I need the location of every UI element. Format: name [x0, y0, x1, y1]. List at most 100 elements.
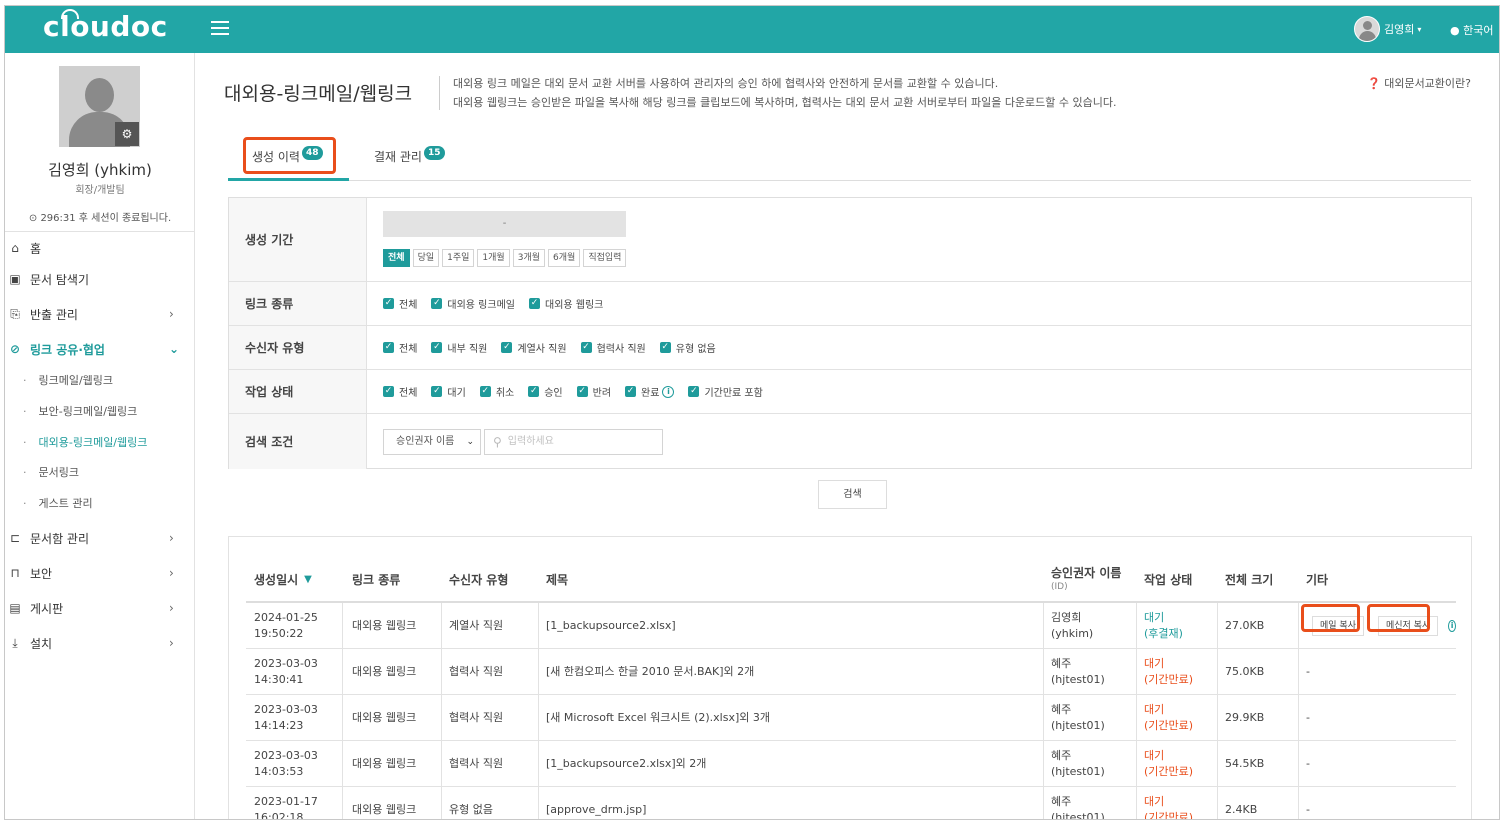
count-badge: 15 [423, 146, 445, 160]
column-header-approver: 승인권자 이름 (ID) [1051, 565, 1122, 592]
sidebar-item-board[interactable]: ▤ 게시판 › [5, 593, 195, 623]
period-button[interactable]: 전체 [383, 249, 410, 267]
folder-icon: ▣ [9, 272, 21, 286]
check-icon: ✓ [576, 386, 588, 397]
cell-link-type: 대외용 웹링크 [352, 803, 417, 816]
filter-row-period: 생성 기간 - 전체 당일 1주일 1개월 3개월 6개월 직접입력 [229, 198, 1471, 282]
period-button[interactable]: 직접입력 [583, 249, 627, 267]
period-button[interactable]: 6개월 [548, 249, 581, 267]
user-name: 김영희 [1384, 23, 1415, 36]
cell-size: 27.0KB [1225, 619, 1265, 632]
profile-name: 김영희 (yhkim) [48, 161, 152, 179]
column-header-status: 작업 상태 [1144, 573, 1193, 587]
cell-status: 대기 (기간만료) [1144, 703, 1194, 732]
checkbox[interactable]: ✓ 대외용 웹링크 [529, 296, 603, 311]
chevron-down-icon: ⌄ [466, 436, 474, 447]
filter-row-status: 작업 상태 ✓ 전체 ✓ 대기 ✓ 취소 ✓ 승인 ✓ 반려 ✓ 완료 i ✓ 기간만료 포함 [229, 370, 1471, 414]
checkbox[interactable]: ✓ 완료 i [625, 384, 675, 399]
checkbox[interactable]: ✓ 대기 [431, 384, 466, 399]
tabs-divider [228, 180, 1471, 181]
highlight-box [243, 137, 336, 174]
period-button[interactable]: 1개월 [477, 249, 510, 267]
active-tab-indicator [228, 178, 349, 181]
cell-status: 대기 (기간만료) [1144, 657, 1194, 686]
date-range-input[interactable]: - [383, 211, 626, 237]
table-row[interactable]: 2023-03-03 14:30:41 대외용 웹링크 협력사 직원 [새 한컴오… [246, 649, 1456, 695]
help-link[interactable]: ❓ 대외문서교환이란? [1367, 75, 1471, 91]
chevron-right-icon: › [169, 307, 174, 321]
home-icon: ⌂ [11, 241, 19, 255]
cell-created: 2023-01-17 16:02:18 [254, 795, 318, 820]
search-icon: ⚲ [493, 434, 502, 449]
checkbox[interactable]: ✓ 계열사 직원 [501, 340, 567, 355]
gear-icon[interactable]: ⚙ [115, 122, 139, 146]
checkbox[interactable]: ✓ 전체 [383, 340, 417, 355]
cell-approver: 혜주 (hjtest01) [1051, 657, 1105, 686]
condition-select[interactable]: 승인권자 이름 ⌄ [383, 428, 481, 455]
column-header-size: 전체 크기 [1225, 573, 1274, 587]
cell-size: 29.9KB [1225, 711, 1265, 724]
info-icon[interactable]: i [1448, 620, 1456, 632]
column-header-created[interactable]: 생성일시 ▼ [254, 558, 312, 601]
check-icon: ✓ [431, 298, 443, 309]
cell-etc: - [1306, 711, 1310, 724]
sidebar-subitem-external-linkmail[interactable]: · 대외용-링크메일/웹링크 [5, 428, 195, 456]
user-menu[interactable]: 김영희 ▾ [1354, 16, 1421, 42]
check-icon: ✓ [529, 298, 540, 309]
cell-link-type: 대외용 웹링크 [352, 757, 417, 770]
sidebar-subitem-guest[interactable]: · 게스트 관리 [5, 489, 195, 517]
checkbox[interactable]: ✓ 승인 [528, 384, 563, 399]
globe-icon: ● [1450, 24, 1460, 37]
sidebar-subitem-linkmail[interactable]: · 링크메일/웹링크 [5, 366, 195, 394]
checkbox[interactable]: ✓ 취소 [479, 384, 514, 399]
period-button[interactable]: 3개월 [512, 249, 546, 267]
check-icon: ✓ [580, 342, 592, 353]
language-menu[interactable]: ● 한국어 [1450, 22, 1493, 38]
sidebar-item-home[interactable]: ⌂ 홈 [5, 233, 195, 263]
cell-size: 75.0KB [1225, 665, 1265, 678]
cell-status: 대기 (기간만료) [1144, 749, 1194, 778]
board-icon: ▤ [9, 601, 21, 615]
checkbox[interactable]: ✓ 내부 직원 [431, 340, 487, 355]
checkbox[interactable]: ✓ 유형 없음 [659, 340, 716, 355]
cell-etc: - [1306, 757, 1310, 770]
app-logo[interactable]: cloudoc [43, 10, 168, 43]
sidebar-item-settings[interactable]: ⤓ 설치 › [5, 628, 195, 658]
sidebar-item-docbox[interactable]: ⊏ 문서함 관리 › [5, 523, 195, 553]
checkbox[interactable]: ✓ 협력사 직원 [580, 340, 646, 355]
check-icon: ✓ [383, 298, 394, 309]
cell-approver: 혜주 (hjtest01) [1051, 795, 1105, 820]
table-row[interactable]: 2023-01-17 16:02:18 대외용 웹링크 유형 없음 [approv… [246, 787, 1456, 820]
cell-status: 대기 (후결재) [1144, 611, 1183, 640]
sidebar-subitem-doclink[interactable]: · 문서링크 [5, 458, 195, 486]
check-icon: ✓ [688, 386, 700, 397]
sidebar-subitem-secure-linkmail[interactable]: · 보안-링크메일/웹링크 [5, 397, 195, 425]
chevron-right-icon: › [169, 531, 174, 545]
checkbox[interactable]: ✓ 전체 [383, 296, 417, 311]
checkbox[interactable]: ✓ 반려 [576, 384, 611, 399]
checkbox[interactable]: ✓ 기간만료 포함 [688, 384, 763, 399]
menu-toggle-icon[interactable] [211, 21, 229, 36]
period-button[interactable]: 1주일 [442, 249, 475, 267]
cell-size: 54.5KB [1225, 757, 1265, 770]
cell-link-type: 대외용 웹링크 [352, 619, 417, 632]
filter-row-link-type: 링크 종류 ✓ 전체 ✓ 대외용 링크메일 ✓ 대외용 웹링크 [229, 282, 1471, 326]
checkbox[interactable]: ✓ 전체 [383, 384, 417, 399]
filter-row-recipient: 수신자 유형 ✓ 전체 ✓ 내부 직원 ✓ 계열사 직원 ✓ 협력사 직원 ✓ 유형 없음 [229, 326, 1471, 370]
sidebar-item-export[interactable]: ⎘ 반출 관리 › [5, 299, 195, 329]
checkbox[interactable]: ✓ 대외용 링크메일 [431, 296, 515, 311]
tab-approval[interactable]: 결재 관리 15 [374, 146, 445, 165]
search-button[interactable]: 검색 [818, 480, 887, 509]
highlight-box [1301, 604, 1360, 632]
table-row[interactable]: 2023-03-03 14:14:23 대외용 웹링크 협력사 직원 [새 Mic… [246, 695, 1456, 741]
sidebar-item-explorer[interactable]: ▣ 문서 탐색기 [5, 264, 195, 294]
download-icon: ⤓ [12, 635, 18, 650]
info-icon[interactable]: i [662, 385, 675, 398]
sidebar-item-link-share[interactable]: ⊘ 링크 공유·협업 ⌄ [5, 334, 195, 364]
lock-icon: ⊓ [10, 566, 20, 580]
sidebar-item-security[interactable]: ⊓ 보안 › [5, 558, 195, 588]
table-row[interactable]: 2023-03-03 14:03:53 대외용 웹링크 협력사 직원 [1_bac… [246, 741, 1456, 787]
search-input[interactable]: ⚲ 입력하세요 [484, 428, 663, 455]
period-button[interactable]: 당일 [412, 249, 440, 267]
table-row[interactable]: 2024-01-25 19:50:22 대외용 웹링크 계열사 직원 [1_bac… [246, 603, 1456, 649]
